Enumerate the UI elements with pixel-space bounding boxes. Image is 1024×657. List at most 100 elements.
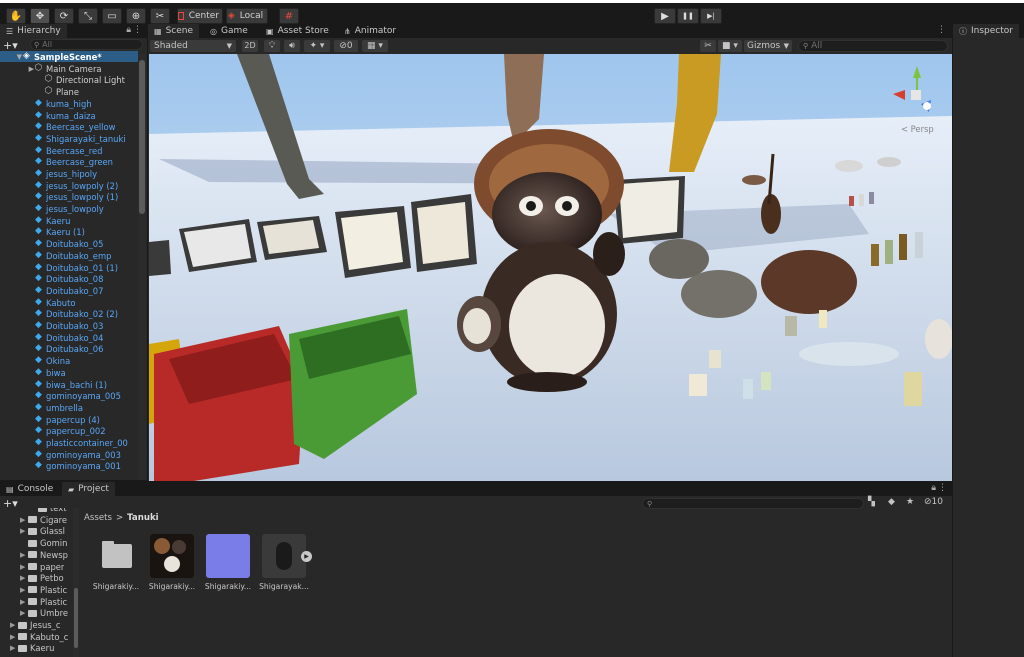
project-kebab-icon[interactable]: ⋮ <box>938 483 947 493</box>
breadcrumb-tanuki[interactable]: Tanuki <box>127 513 158 523</box>
project-lock-icon[interactable]: 🔒︎ <box>931 483 936 493</box>
grid-dropdown-icon[interactable]: ▦ ▾ <box>362 40 388 52</box>
hierarchy-item-prefab[interactable]: ◆ gominoyama_003 <box>0 449 138 460</box>
expand-arrow-icon[interactable]: ▶ <box>20 574 28 582</box>
tree-folder-item[interactable]: ▶ Plastic <box>0 596 67 608</box>
tree-folder-item[interactable]: ▶ Newsp <box>0 549 68 561</box>
tree-folder-item[interactable]: Gomin <box>0 537 67 549</box>
expand-arrow-icon[interactable]: ▶ <box>20 563 28 571</box>
filter-label-icon[interactable]: ◆ <box>888 497 895 507</box>
scene-viewport[interactable]: < Persp <box>149 54 952 481</box>
expand-arrow-icon[interactable]: ▶ <box>20 598 28 606</box>
grid-snap-icon[interactable]: # <box>279 8 299 24</box>
shading-dropdown[interactable]: Shaded ▼ <box>150 40 236 52</box>
hierarchy-item-prefab[interactable]: ◆ gominoyama_005 <box>0 390 138 401</box>
hierarchy-item-prefab[interactable]: ◆ gominoyama_001 <box>0 460 138 471</box>
hierarchy-item-prefab[interactable]: ◆ Doitubako_08 <box>0 273 138 284</box>
project-search-input[interactable]: ⚲ <box>642 498 864 509</box>
tab-inspector[interactable]: ⓘ Inspector <box>953 24 1019 38</box>
hierarchy-item-prefab[interactable]: ◆ Doitubako_02 (2) <box>0 308 138 319</box>
tab-project[interactable]: ▰ Project <box>62 482 115 496</box>
breadcrumb-assets[interactable]: Assets <box>84 513 112 523</box>
tree-folder-item[interactable]: ▶ paper <box>0 561 64 573</box>
tab-console[interactable]: ▤ Console <box>0 482 59 496</box>
hierarchy-item-prefab[interactable]: ◆ Doitubako_07 <box>0 285 138 296</box>
hierarchy-item-prefab[interactable]: ◆ biwa_bachi (1) <box>0 379 138 390</box>
hierarchy-item-prefab[interactable]: ◆ Kaeru (1) <box>0 226 138 237</box>
hierarchy-item-prefab[interactable]: ◆ Doitubako_05 <box>0 238 138 249</box>
hierarchy-item-prefab[interactable]: ◆ Kaeru <box>0 215 138 226</box>
hierarchy-item-prefab[interactable]: ◆ kuma_daiza <box>0 110 138 121</box>
gizmos-dropdown[interactable]: Gizmos ▼ <box>744 40 792 52</box>
asset-item-model[interactable]: Shigarayak... <box>258 534 310 591</box>
hierarchy-item-main-camera[interactable]: ▶ ⬡ Main Camera <box>0 63 138 74</box>
project-tree-scrollbar[interactable] <box>73 508 79 657</box>
lighting-toggle-icon[interactable]: 💡︎ <box>264 40 280 52</box>
persp-label[interactable]: < Persp <box>901 124 934 134</box>
hierarchy-item-prefab[interactable]: ◆ plasticcontainer_00 <box>0 437 138 448</box>
expand-arrow-icon[interactable]: ▶ <box>10 633 18 641</box>
tree-folder-item[interactable]: ▶ Cigare <box>0 514 67 526</box>
favorites-star-icon[interactable]: ★ <box>906 497 914 507</box>
hierarchy-search-input[interactable]: ⚲ All <box>30 39 143 50</box>
space-local-button[interactable]: ◈ Local <box>226 8 268 24</box>
expand-arrow-icon[interactable]: ▶ <box>10 621 18 629</box>
asset-item-texture[interactable]: Shigarakiy... <box>146 534 198 591</box>
hierarchy-item-prefab[interactable]: ◆ jesus_lowpoly <box>0 203 138 214</box>
hierarchy-item-prefab[interactable]: ◆ kuma_high <box>0 98 138 109</box>
scene-kebab-icon[interactable]: ⋮ <box>937 25 946 35</box>
hierarchy-scrollbar[interactable] <box>138 54 146 480</box>
hierarchy-item-prefab[interactable]: ◆ papercup (4) <box>0 414 138 425</box>
camera-dropdown-icon[interactable]: ■ ▾ <box>718 40 742 52</box>
tab-animator[interactable]: ⋔ Animator <box>338 24 402 38</box>
hierarchy-item-prefab[interactable]: ◆ Doitubako_06 <box>0 343 138 354</box>
mode-2d-toggle[interactable]: 2D <box>242 40 258 52</box>
lock-icon[interactable]: 🔒︎ <box>126 25 131 35</box>
hierarchy-scene-root[interactable]: ▼ ◈ SampleScene* <box>0 51 138 62</box>
custom-tool-icon[interactable]: ✂ <box>150 8 170 24</box>
tab-asset-store[interactable]: ▣ Asset Store <box>260 24 335 38</box>
hierarchy-item-prefab[interactable]: ◆ Kabuto <box>0 297 138 308</box>
expand-arrow-icon[interactable]: ▶ <box>20 609 28 617</box>
asset-item-folder[interactable]: Shigarakiy... <box>90 534 142 591</box>
kebab-menu-icon[interactable]: ⋮ <box>133 25 142 35</box>
hierarchy-item-directional-light[interactable]: ⬡ Directional Light <box>0 74 138 85</box>
hierarchy-item-prefab[interactable]: ◆ papercup_002 <box>0 425 138 436</box>
scene-search-input[interactable]: ⚲ All <box>798 40 948 52</box>
hidden-objects-toggle[interactable]: ⊘0 <box>334 40 358 52</box>
tree-folder-item[interactable]: ▶ Umbre <box>0 607 68 619</box>
hierarchy-item-prefab[interactable]: ◆ Beercase_green <box>0 156 138 167</box>
step-button[interactable]: ▶| <box>700 8 722 24</box>
pause-button[interactable]: ❚❚ <box>677 8 699 24</box>
hierarchy-item-prefab[interactable]: ◆ jesus_hipoly <box>0 168 138 179</box>
expand-prefab-arrow-icon[interactable]: ▶ <box>301 551 312 562</box>
hierarchy-item-plane[interactable]: ⬡ Plane <box>0 86 138 97</box>
hierarchy-item-prefab[interactable]: ◆ Shigarayaki_tanuki <box>0 133 138 144</box>
hierarchy-item-prefab[interactable]: ◆ Beercase_yellow <box>0 121 138 132</box>
expand-arrow-icon[interactable]: ▶ <box>20 586 28 594</box>
tree-folder-item[interactable]: ▶ Glassl <box>0 525 65 537</box>
filter-type-icon[interactable]: ▚ <box>868 497 875 507</box>
tree-folder-item[interactable]: ▶ Kabuto_c <box>0 631 68 643</box>
tree-folder-item[interactable]: ▶ Plastic <box>0 584 67 596</box>
hierarchy-item-prefab[interactable]: ◆ jesus_lowpoly (2) <box>0 180 138 191</box>
pivot-center-button[interactable]: Center <box>177 8 223 24</box>
audio-toggle-icon[interactable]: 🔊︎ <box>284 40 300 52</box>
tab-scene[interactable]: ▦ Scene <box>148 24 200 38</box>
rotate-tool-icon[interactable]: ⟳ <box>54 8 74 24</box>
hierarchy-item-prefab[interactable]: ◆ umbrella <box>0 402 138 413</box>
project-tree-scroll-thumb[interactable] <box>74 588 78 648</box>
hierarchy-item-prefab[interactable]: ◆ biwa <box>0 367 138 378</box>
hierarchy-item-prefab[interactable]: ◆ jesus_lowpoly (1) <box>0 191 138 202</box>
tree-folder-item[interactable]: ▶ Kaeru <box>0 642 54 654</box>
hidden-packages-toggle[interactable]: ⊘ 10 <box>924 497 943 507</box>
tab-game[interactable]: ◎ Game <box>204 24 254 38</box>
hierarchy-item-prefab[interactable]: ◆ Doitubako_emp <box>0 250 138 261</box>
hierarchy-item-prefab[interactable]: ◆ Beercase_red <box>0 145 138 156</box>
expand-arrow-icon[interactable]: ▶ <box>10 644 18 652</box>
effects-dropdown-icon[interactable]: ✦ ▾ <box>304 40 330 52</box>
transform-tool-icon[interactable]: ⊕ <box>126 8 146 24</box>
asset-item-normal-map[interactable]: Shigarakiy... <box>202 534 254 591</box>
expand-arrow-icon[interactable]: ▶ <box>20 516 28 524</box>
tab-hierarchy[interactable]: ☰ Hierarchy <box>0 24 67 38</box>
